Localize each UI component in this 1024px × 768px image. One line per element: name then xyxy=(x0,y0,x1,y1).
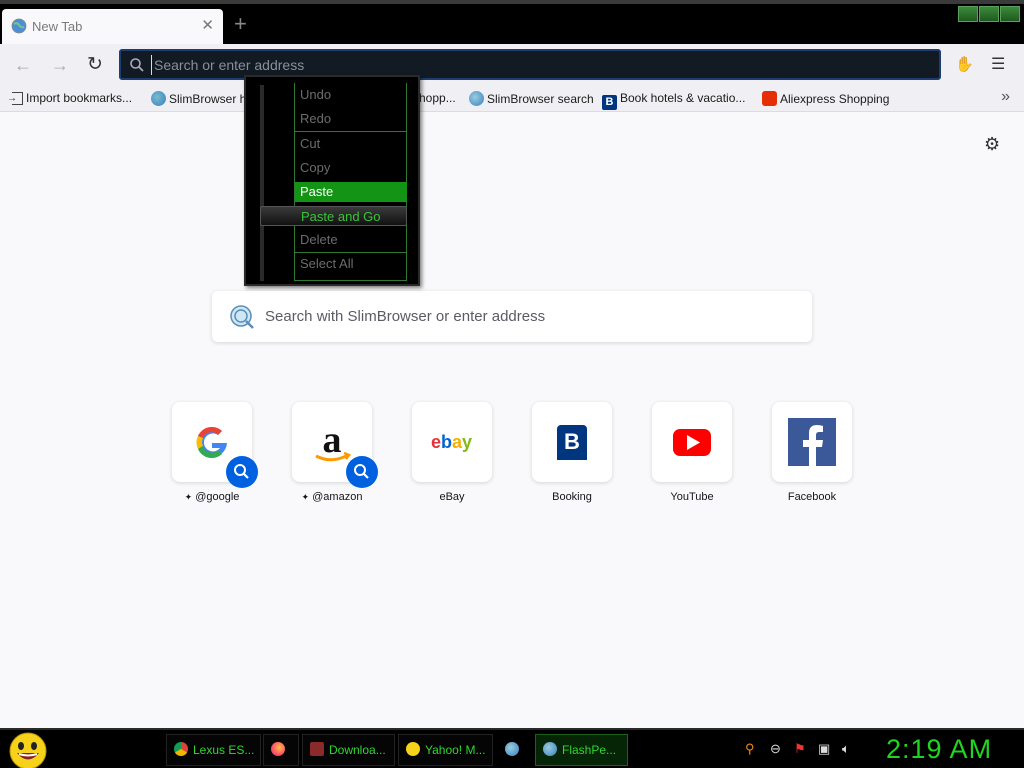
top-site-amazon[interactable]: a ✦ @amazon xyxy=(292,402,378,503)
bookmark-import[interactable]: → Import bookmarks... xyxy=(7,91,132,105)
bookmark-booking[interactable]: B Book hotels & vacatio... xyxy=(602,91,745,110)
hand-icon[interactable]: ✋ xyxy=(955,55,974,73)
globe-icon xyxy=(505,742,519,756)
chrome-icon xyxy=(174,742,188,756)
menu-icon[interactable]: ☰ xyxy=(991,54,1005,74)
task-slimbrowser[interactable] xyxy=(497,734,533,766)
tab-new-tab[interactable]: New Tab ✕ xyxy=(2,9,223,44)
new-tab-button[interactable]: + xyxy=(234,11,247,37)
tray-network-icon[interactable]: ▣ xyxy=(818,741,830,757)
bookmarks-bar: → Import bookmarks... SlimBrowser h hopp.… xyxy=(0,86,1024,112)
minimize-button[interactable] xyxy=(958,6,978,22)
maximize-button[interactable] xyxy=(979,6,999,22)
menu-separator xyxy=(295,252,407,253)
yahoo-smiley-icon xyxy=(406,742,420,756)
top-site-ebay[interactable]: e b a y eBay xyxy=(412,402,492,503)
top-site-booking[interactable]: B Booking xyxy=(532,402,612,503)
context-menu: Undo Redo Cut Copy Paste Paste and Go De… xyxy=(244,75,420,286)
top-site-youtube[interactable]: YouTube xyxy=(652,402,732,503)
booking-icon: B xyxy=(557,425,587,460)
task-firefox[interactable] xyxy=(263,734,299,766)
bookmark-slimbrowser-home[interactable]: SlimBrowser h xyxy=(151,91,246,106)
tray-flag-icon[interactable]: ⚑ xyxy=(794,741,806,757)
task-yahoo[interactable]: Yahoo! M... xyxy=(398,734,493,766)
top-site-google[interactable]: ✦ @google xyxy=(172,402,258,503)
youtube-icon xyxy=(673,429,711,456)
tab-title: New Tab xyxy=(32,19,83,34)
menu-item-paste[interactable]: Paste xyxy=(295,182,407,202)
top-site-tile[interactable] xyxy=(172,402,258,488)
search-placeholder: Search with SlimBrowser or enter address xyxy=(265,308,546,325)
address-bar[interactable] xyxy=(119,49,941,80)
menu-item-paste-and-go[interactable]: Paste and Go xyxy=(260,206,407,226)
window-controls xyxy=(958,6,1020,22)
navigation-toolbar: ← → ↻ ✋ ☰ xyxy=(0,44,1024,86)
close-window-button[interactable] xyxy=(1000,6,1020,22)
task-flashpeak[interactable]: FlashPe... xyxy=(535,734,628,766)
pin-icon: ✦ xyxy=(184,492,193,502)
more-bookmarks-icon[interactable]: » xyxy=(1001,88,1010,106)
globe-icon xyxy=(543,742,557,756)
aliexpress-icon xyxy=(762,91,777,106)
globe-icon xyxy=(151,91,166,106)
menu-rail xyxy=(260,85,264,281)
taskbar: Lexus ES... Downloa... Yahoo! M... Flash… xyxy=(0,728,1024,768)
bookmark-slimbrowser-search[interactable]: SlimBrowser search xyxy=(469,91,594,106)
top-site-tile[interactable]: e b a y xyxy=(412,402,492,482)
top-site-tile[interactable]: a xyxy=(292,402,378,488)
address-input[interactable] xyxy=(151,55,921,75)
menu-item-cut[interactable]: Cut xyxy=(295,134,407,154)
top-site-facebook[interactable]: Facebook xyxy=(772,402,852,503)
menu-item-select-all[interactable]: Select All xyxy=(295,254,407,274)
bookmark-aliexpress[interactable]: Aliexpress Shopping xyxy=(762,91,889,106)
bookmark-shopping[interactable]: hopp... xyxy=(419,91,456,105)
clock[interactable]: 2:19 AM xyxy=(886,734,992,765)
search-icon xyxy=(354,464,369,479)
pin-icon: ✦ xyxy=(301,492,310,502)
tray-search-icon[interactable]: ⚲ xyxy=(745,741,755,757)
download-icon xyxy=(310,742,324,756)
ebay-icon: e b a y xyxy=(431,432,472,452)
search-icon xyxy=(130,58,144,72)
search-globe-icon xyxy=(469,91,484,106)
svg-text:B: B xyxy=(564,429,580,454)
task-downloads[interactable]: Downloa... xyxy=(302,734,395,766)
page-search-box[interactable]: Search with SlimBrowser or enter address xyxy=(212,291,812,342)
import-icon: → xyxy=(7,92,23,105)
booking-icon: B xyxy=(602,95,617,110)
svg-text:y: y xyxy=(462,432,472,452)
top-site-tile[interactable]: B xyxy=(532,402,612,482)
svg-text:b: b xyxy=(441,432,452,452)
reload-icon[interactable]: ↻ xyxy=(87,55,103,75)
search-globe-icon xyxy=(230,305,254,329)
facebook-icon xyxy=(788,418,836,466)
svg-text:e: e xyxy=(431,432,441,452)
svg-text:a: a xyxy=(323,419,342,461)
menu-item-redo[interactable]: Redo xyxy=(295,109,407,129)
search-shortcut-badge xyxy=(346,456,378,488)
menu-separator xyxy=(295,131,407,132)
smiley-start-icon[interactable] xyxy=(8,732,48,768)
menu-item-delete[interactable]: Delete xyxy=(295,230,407,250)
settings-gear-icon[interactable]: ⚙ xyxy=(984,134,1000,155)
tab-strip: New Tab ✕ + xyxy=(0,0,1024,44)
menu-item-undo[interactable]: Undo xyxy=(295,85,407,105)
top-site-tile[interactable] xyxy=(652,402,732,482)
back-arrow-icon[interactable]: ← xyxy=(14,55,32,75)
top-site-tile[interactable] xyxy=(772,402,852,482)
close-tab-icon[interactable]: ✕ xyxy=(201,16,214,34)
firefox-icon xyxy=(271,742,285,756)
globe-icon xyxy=(11,18,27,34)
search-icon xyxy=(234,464,249,479)
search-shortcut-badge xyxy=(226,456,258,488)
tray-minus-icon[interactable]: ⊖ xyxy=(770,741,781,757)
forward-arrow-icon[interactable]: → xyxy=(51,55,69,75)
task-lexus[interactable]: Lexus ES... xyxy=(166,734,261,766)
tray-volume-icon[interactable]: 🔈︎ xyxy=(842,741,850,757)
menu-item-copy[interactable]: Copy xyxy=(295,158,407,178)
